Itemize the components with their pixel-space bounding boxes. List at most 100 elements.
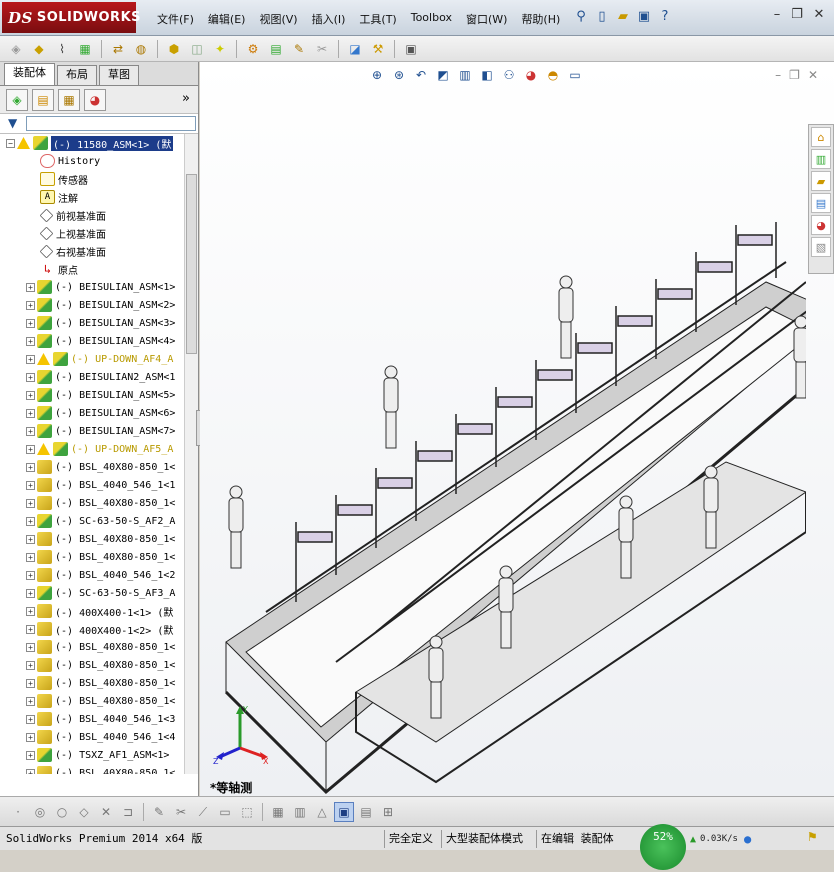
filter-input[interactable]: [26, 116, 196, 131]
circle-icon[interactable]: ◎: [30, 802, 50, 822]
mate-icon[interactable]: ⌇: [52, 39, 72, 59]
tab-sketch[interactable]: 草图: [99, 65, 139, 85]
large-assembly-icon[interactable]: ▣: [401, 39, 421, 59]
cross-icon[interactable]: ✕: [96, 802, 116, 822]
design-library-icon[interactable]: ▥: [811, 149, 831, 169]
tree-item-component[interactable]: + (-) BSL_40X80-850_1<: [0, 692, 184, 710]
custom-properties-icon[interactable]: ▧: [811, 237, 831, 257]
expand-toggle-icon[interactable]: +: [26, 444, 35, 454]
open-folder-icon[interactable]: ▰: [614, 6, 632, 26]
extend-icon[interactable]: ⟋: [193, 802, 213, 822]
expand-toggle-icon[interactable]: +: [26, 426, 35, 436]
circle-outline-icon[interactable]: ○: [52, 802, 72, 822]
expand-toggle-icon[interactable]: +: [26, 300, 35, 310]
view-orientation-icon[interactable]: ▥: [456, 66, 474, 84]
tree-item-component[interactable]: + (-) BEISULIAN_ASM<6>: [0, 404, 184, 422]
show-hidden-icon[interactable]: ◍: [131, 39, 151, 59]
triangle-icon[interactable]: △: [312, 802, 332, 822]
tree-scrollbar[interactable]: [184, 134, 198, 774]
solid-cube-icon[interactable]: ▣: [334, 802, 354, 822]
scrollbar-thumb[interactable]: [186, 174, 197, 354]
trim-icon[interactable]: ✂: [171, 802, 191, 822]
expand-toggle-icon[interactable]: +: [26, 768, 35, 774]
menu-tools[interactable]: 工具(T): [352, 8, 403, 30]
tree-item-origin[interactable]: ↳ 原点: [0, 260, 184, 278]
previous-view-icon[interactable]: ↶: [412, 66, 430, 84]
dashed-rect-icon[interactable]: ⬚: [237, 802, 257, 822]
tree-item-component[interactable]: + (-) UP-DOWN_AF5_A: [0, 440, 184, 458]
tree-item-component[interactable]: + (-) BSL_40X80-850_1<: [0, 494, 184, 512]
tree-item-component[interactable]: + (-) 400X400-1<1> (默: [0, 602, 184, 620]
menu-file[interactable]: 文件(F): [150, 8, 201, 30]
tree-item-component[interactable]: + (-) BEISULIAN_ASM<5>: [0, 386, 184, 404]
component-icon[interactable]: ◈: [6, 39, 26, 59]
tree-item-sensors[interactable]: 传感器: [0, 170, 184, 188]
expand-toggle-icon[interactable]: +: [26, 390, 35, 400]
menu-edit[interactable]: 编辑(E): [201, 8, 253, 30]
corner-icon[interactable]: ⊐: [118, 802, 138, 822]
expand-toggle-icon[interactable]: +: [26, 588, 35, 598]
edit-appearance-icon[interactable]: ◕: [522, 66, 540, 84]
tree-item-component[interactable]: + (-) TSXZ_AF1_ASM<1>: [0, 746, 184, 764]
menu-window[interactable]: 窗口(W): [459, 8, 514, 30]
notification-icon[interactable]: ⚑: [808, 829, 816, 845]
tree-item-component[interactable]: + (-) UP-DOWN_AF4_A: [0, 350, 184, 368]
expand-toggle-icon[interactable]: +: [26, 318, 35, 328]
explode-line-icon[interactable]: ✎: [289, 39, 309, 59]
tree-item-component[interactable]: + (-) BSL_4040_546_1<2: [0, 566, 184, 584]
solidworks-logo[interactable]: DS SOLIDWORKS: [2, 2, 141, 33]
feature-manager-icon[interactable]: ◈: [6, 88, 28, 111]
zoom-to-fit-icon[interactable]: ⊕: [368, 66, 386, 84]
tree-item-component[interactable]: + (-) BEISULIAN_ASM<4>: [0, 332, 184, 350]
tree-item-plane[interactable]: 前视基准面: [0, 206, 184, 224]
expand-toggle-icon[interactable]: +: [26, 354, 35, 364]
expand-toggle-icon[interactable]: +: [26, 660, 35, 670]
menu-insert[interactable]: 插入(I): [305, 8, 353, 30]
expand-toggle-icon[interactable]: +: [26, 516, 35, 526]
tree-item-component[interactable]: + (-) SC-63-50-S_AF3_A: [0, 584, 184, 602]
expand-toggle-icon[interactable]: +: [26, 678, 35, 688]
tree-item-component[interactable]: + (-) BSL_40X80-850_1<: [0, 674, 184, 692]
tab-assembly[interactable]: 装配体: [4, 63, 55, 85]
view-palette-icon[interactable]: ▤: [811, 193, 831, 213]
menu-view[interactable]: 视图(V): [252, 8, 304, 30]
tree-item-component[interactable]: + (-) BEISULIAN_ASM<1>: [0, 278, 184, 296]
tree-item-component[interactable]: + (-) BEISULIAN_ASM<3>: [0, 314, 184, 332]
expand-toggle-icon[interactable]: +: [26, 696, 35, 706]
property-manager-icon[interactable]: ▤: [32, 88, 54, 111]
tab-layout[interactable]: 布局: [57, 65, 97, 85]
tree-item-component[interactable]: + (-) BSL_4040_546_1<3: [0, 710, 184, 728]
tree-item-annotations[interactable]: A 注解: [0, 188, 184, 206]
tree-item-component[interactable]: + (-) 400X400-1<2> (默: [0, 620, 184, 638]
expand-toggle-icon[interactable]: +: [26, 606, 35, 616]
expand-toggle-icon[interactable]: −: [6, 138, 15, 148]
tree-item-component[interactable]: + (-) SC-63-50-S_AF2_A: [0, 512, 184, 530]
display-manager-icon[interactable]: ◕: [84, 88, 106, 111]
menu-help[interactable]: 帮助(H): [514, 8, 567, 30]
expand-toggle-icon[interactable]: +: [26, 336, 35, 346]
expand-toggle-icon[interactable]: +: [26, 480, 35, 490]
window-icon[interactable]: ▤: [356, 802, 376, 822]
tree-item-component[interactable]: + (-) BSL_4040_546_1<4: [0, 728, 184, 746]
close-button[interactable]: ✕: [810, 7, 828, 23]
section-view-icon[interactable]: ◩: [434, 66, 452, 84]
expand-toggle-icon[interactable]: +: [26, 282, 35, 292]
file-explorer-icon[interactable]: ▰: [811, 171, 831, 191]
edit-icon[interactable]: ✎: [149, 802, 169, 822]
tree-item-component[interactable]: + (-) BSL_40X80-850_1<: [0, 764, 184, 774]
tree-root-assembly[interactable]: − (-) 11580_ASM<1> (默: [0, 134, 184, 152]
tree-filter[interactable]: ▼: [0, 114, 198, 134]
new-document-icon[interactable]: ▯: [593, 6, 611, 26]
tree-item-component[interactable]: + (-) BEISULIAN_ASM<2>: [0, 296, 184, 314]
exploded-view-icon[interactable]: ▤: [266, 39, 286, 59]
restore-button[interactable]: ❐: [788, 7, 806, 23]
insert-component-icon[interactable]: ◆: [29, 39, 49, 59]
bill-of-materials-icon[interactable]: ⚙: [243, 39, 263, 59]
expand-toggle-icon[interactable]: +: [26, 498, 35, 508]
expand-toggle-icon[interactable]: +: [26, 462, 35, 472]
rectangle-icon[interactable]: ▭: [215, 802, 235, 822]
cpu-usage-indicator[interactable]: 52%: [640, 824, 686, 870]
configuration-manager-icon[interactable]: ▦: [58, 88, 80, 111]
expand-toggle-icon[interactable]: +: [26, 642, 35, 652]
expand-toggle-icon[interactable]: +: [26, 408, 35, 418]
